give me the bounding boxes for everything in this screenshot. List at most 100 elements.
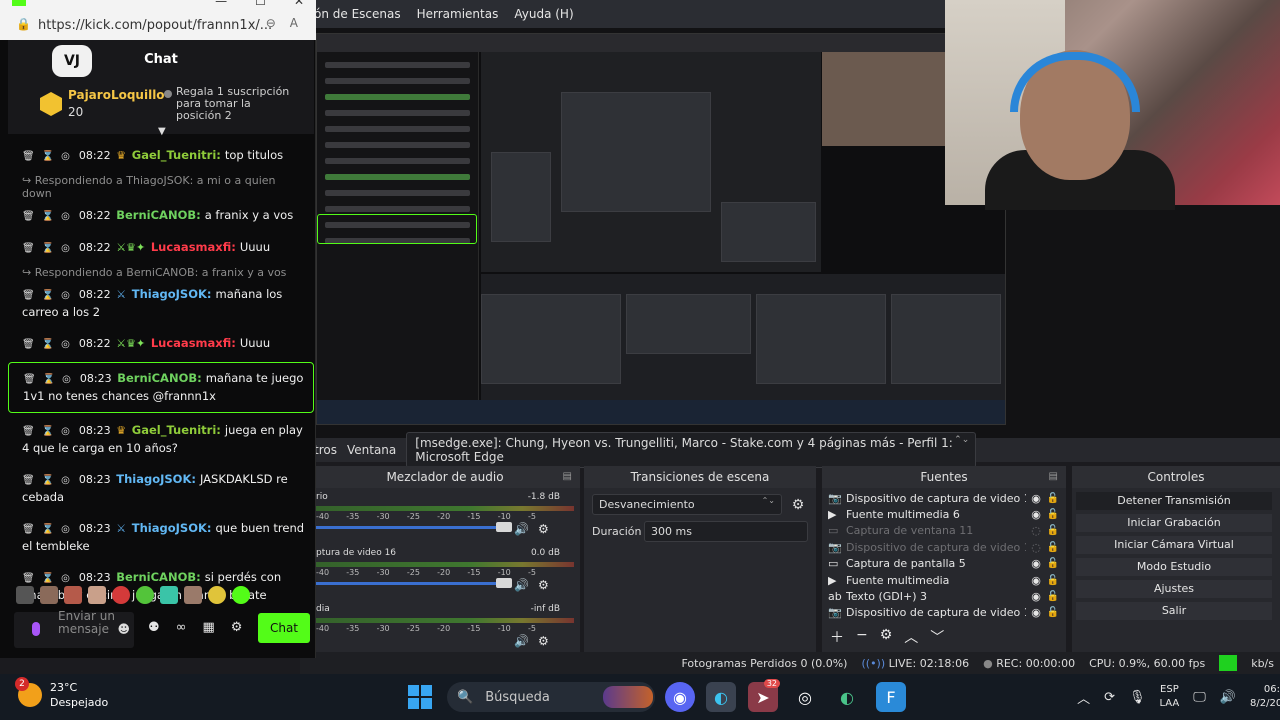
edge-app-icon[interactable]: ◐ xyxy=(706,682,736,712)
mod-action-icons[interactable]: 🗑⌛◎ xyxy=(22,151,77,162)
gear-icon[interactable]: ⚙ xyxy=(231,620,243,635)
chat-username[interactable]: Lucaasmaxfi xyxy=(151,240,231,254)
lock-icon[interactable]: 🔓 xyxy=(1046,525,1060,536)
telegram-app-icon[interactable]: ➤ 32 xyxy=(748,679,780,712)
volume-icon[interactable]: 🔊 xyxy=(1220,690,1236,705)
obs-app-icon[interactable]: ◎ xyxy=(790,682,820,712)
store-icon[interactable]: ▦ xyxy=(203,620,215,635)
speaker-icon[interactable]: 🔊 xyxy=(514,578,529,592)
add-icon[interactable]: ＋ xyxy=(830,627,844,647)
speaker-icon[interactable]: 🔊 xyxy=(514,634,529,648)
speaker-icon[interactable]: 🔊 xyxy=(514,522,529,536)
lock-icon[interactable]: 🔓 xyxy=(1046,509,1060,520)
taskbar-search[interactable]: 🔍 Búsqueda xyxy=(447,682,655,712)
mod-action-icons[interactable]: 🗑⌛◎ xyxy=(22,290,77,301)
eye-icon[interactable]: ◉ xyxy=(1026,574,1046,587)
maximize-icon[interactable]: ☐ xyxy=(255,0,266,8)
start-recording-button[interactable]: Iniciar Grabación xyxy=(1076,514,1272,532)
transition-select[interactable]: Desvanecimiento xyxy=(592,494,782,515)
mod-action-icons[interactable]: 🗑⌛◎ xyxy=(22,211,77,222)
exit-button[interactable]: Salir xyxy=(1076,602,1272,620)
chevron-down-icon[interactable]: ▼ xyxy=(158,126,166,137)
move-up-icon[interactable]: ︿ xyxy=(904,627,918,647)
window-select[interactable]: [msedge.exe]: Chung, Hyeon vs. Trungelli… xyxy=(406,432,977,468)
source-item[interactable]: ▭ Captura de pantalla 5 ◉ 🔓 xyxy=(828,556,1060,572)
mod-action-icons[interactable]: 🗑⌛◎ xyxy=(22,475,77,486)
menu-scene-collection[interactable]: ón de Escenas xyxy=(314,7,401,21)
emote[interactable] xyxy=(112,586,130,604)
edge-beta-app-icon[interactable]: ◐ xyxy=(832,682,862,712)
gear-icon[interactable]: ⚙ xyxy=(538,634,549,648)
source-item[interactable]: ▶ Fuente multimedia ◉ 🔓 xyxy=(828,572,1060,588)
menu-help[interactable]: Ayuda (H) xyxy=(514,7,573,21)
weather-widget[interactable]: 2 23°C Despejado xyxy=(15,677,108,710)
chat-message[interactable]: 🗑⌛◎ 08:23 ♛ Gael_Tuenitri: juega en play … xyxy=(8,415,314,464)
source-item[interactable]: 📷 Dispositivo de captura de video 16 ◉ 🔓 xyxy=(828,490,1060,506)
chat-message[interactable]: 🗑⌛◎ 08:22 ⚔ ThiagoJSOK: mañana los carreo… xyxy=(8,279,314,328)
mod-action-icons[interactable]: 🗑⌛◎ xyxy=(22,339,77,350)
gear-icon[interactable]: ⚙ xyxy=(788,497,808,513)
chat-username[interactable]: BerniCANOB xyxy=(116,208,196,222)
emote[interactable] xyxy=(160,586,178,604)
eye-icon[interactable]: ◉ xyxy=(1026,508,1046,521)
source-item[interactable]: 📷 Dispositivo de captura de video 16 ◉ 🔓 xyxy=(828,605,1060,621)
lock-icon[interactable]: 🔓 xyxy=(1046,591,1060,602)
chat-message[interactable]: 🗑⌛◎ 08:22 BerniCANOB: a franix y a vos xyxy=(8,200,314,232)
start-virtual-camera-button[interactable]: Iniciar Cámara Virtual xyxy=(1076,536,1272,554)
dock-menu-icon[interactable]: ▤ xyxy=(1049,471,1058,482)
zoom-out-icon[interactable]: ⊖ xyxy=(266,16,276,30)
chat-message[interactable]: 🗑⌛◎ 08:22 ⚔♛✦ Lucaasmaxfi: Uuuu xyxy=(8,232,314,264)
chat-username[interactable]: Gael_Tuenitri xyxy=(132,423,217,437)
lock-icon[interactable]: 🔓 xyxy=(1046,542,1060,553)
chat-message[interactable]: 🗑⌛◎ 08:22 ♛ Gael_Tuenitri: top titulos xyxy=(8,140,314,172)
network-icon[interactable]: 🖵 xyxy=(1193,690,1206,705)
gear-icon[interactable]: ⚙ xyxy=(538,522,549,536)
chat-username[interactable]: Lucaasmaxfi xyxy=(151,336,231,350)
mod-action-icons[interactable]: 🗑⌛◎ xyxy=(22,243,77,254)
chat-username[interactable]: ThiagoJSOK xyxy=(132,287,207,301)
mod-action-icons[interactable]: 🗑⌛◎ xyxy=(23,374,78,385)
chat-message[interactable]: 🗑⌛◎ 08:22 ⚔♛✦ Lucaasmaxfi: Uuuu xyxy=(8,328,314,360)
menu-tools[interactable]: Herramientas xyxy=(417,7,499,21)
pinned-user[interactable]: PajaroLoquillo xyxy=(68,88,165,102)
move-down-icon[interactable]: ﹀ xyxy=(930,627,944,647)
chat-message[interactable]: 🗑⌛◎ 08:23 ⚔ ThiagoJSOK: que buen trend el… xyxy=(8,513,314,562)
clock[interactable]: 06: 8/2/20 xyxy=(1250,683,1280,711)
emote[interactable] xyxy=(88,586,106,604)
send-chat-button[interactable]: Chat xyxy=(258,613,310,643)
emote[interactable] xyxy=(64,586,82,604)
studio-mode-button[interactable]: Modo Estudio xyxy=(1076,558,1272,576)
emote[interactable] xyxy=(184,586,202,604)
volume-slider[interactable] xyxy=(316,578,512,588)
remove-icon[interactable]: − xyxy=(856,627,868,647)
discord-app-icon[interactable]: ◉ xyxy=(665,682,695,712)
language-indicator[interactable]: ESP LAA xyxy=(1160,683,1180,711)
lock-icon[interactable]: 🔓 xyxy=(1046,558,1060,569)
chat-username[interactable]: Gael_Tuenitri xyxy=(132,148,217,162)
dock-menu-icon[interactable]: ▤ xyxy=(563,471,572,482)
filters-label[interactable]: tros xyxy=(314,443,337,457)
settings-button[interactable]: Ajustes xyxy=(1076,580,1272,598)
minimize-icon[interactable]: — xyxy=(215,0,227,8)
microphone-icon[interactable] xyxy=(32,622,40,636)
infinity-icon[interactable]: ∞ xyxy=(176,620,187,635)
eye-icon[interactable]: ◉ xyxy=(1026,492,1046,505)
eye-off-icon[interactable]: ◌ xyxy=(1026,541,1046,554)
read-aloud-icon[interactable]: A xyxy=(290,16,298,30)
emote[interactable] xyxy=(136,586,154,604)
duration-input[interactable]: 300 ms xyxy=(644,521,808,542)
address-bar[interactable]: 🔒 https://kick.com/popout/frannn1x/... ⊖… xyxy=(8,12,308,38)
emote[interactable] xyxy=(232,586,250,604)
app-f-icon[interactable]: F xyxy=(876,682,906,712)
lock-icon[interactable]: 🔓 xyxy=(1046,493,1060,504)
lock-icon[interactable]: 🔓 xyxy=(1046,607,1060,618)
chevron-up-icon[interactable]: ︿ xyxy=(1077,688,1090,707)
eye-off-icon[interactable]: ◌ xyxy=(1026,524,1046,537)
users-icon[interactable]: ⚉ xyxy=(148,620,160,635)
chat-username[interactable]: ThiagoJSOK xyxy=(116,472,191,486)
chat-message[interactable]: 🗑⌛◎ 08:23 ThiagoJSOK: JASKDAKLSD re cebad… xyxy=(8,464,314,513)
emote[interactable] xyxy=(16,586,34,604)
emote[interactable] xyxy=(40,586,58,604)
source-item[interactable]: ab Texto (GDI+) 3 ◉ 🔓 xyxy=(828,588,1060,604)
emoji-icon[interactable]: ☻ xyxy=(117,622,130,636)
